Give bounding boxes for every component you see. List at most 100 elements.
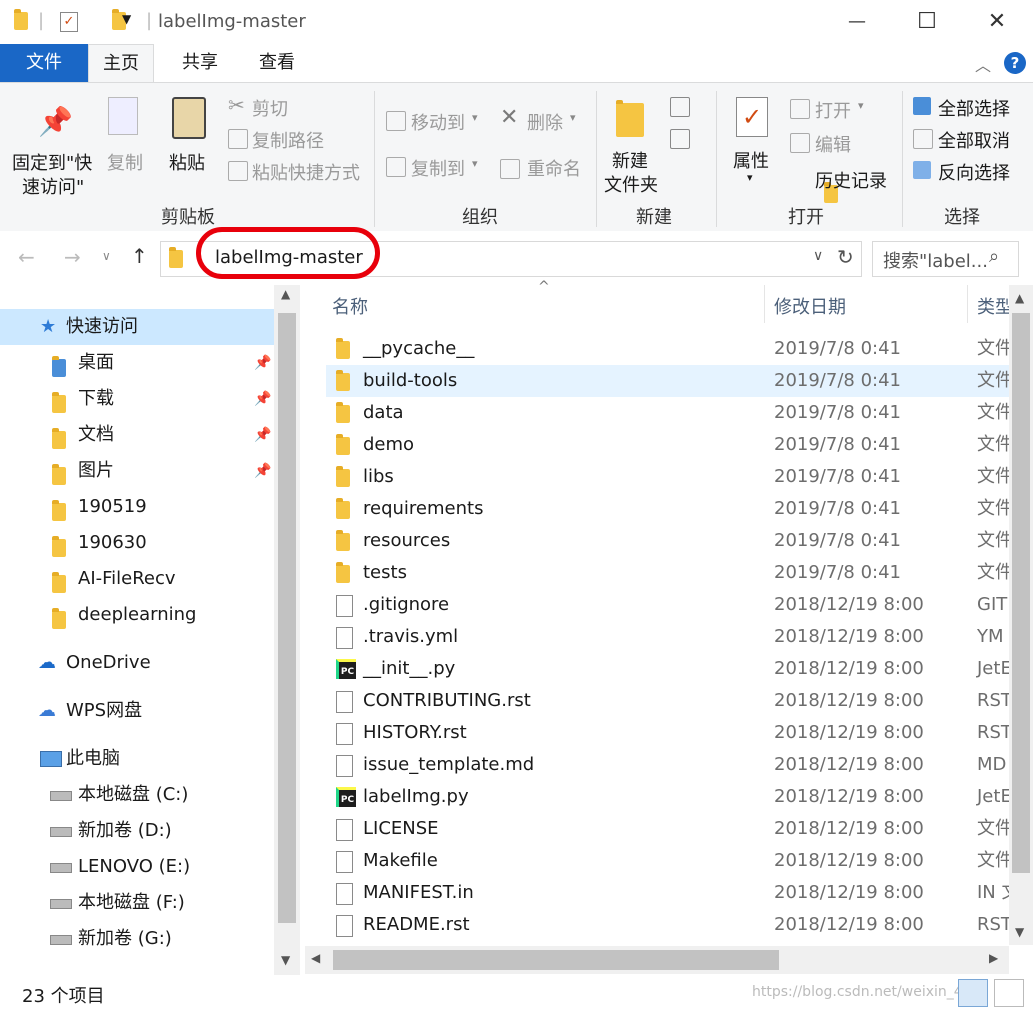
- tab-share[interactable]: 共享: [168, 44, 232, 82]
- copy-button[interactable]: 复制: [107, 149, 143, 175]
- details-view-icon[interactable]: [958, 979, 988, 1007]
- search-input[interactable]: 搜索"label...: [883, 247, 988, 273]
- chevron-down-icon[interactable]: ▾: [570, 111, 576, 124]
- file-row[interactable]: PC __init__.py 2018/12/19 8:00 JetE: [326, 653, 1016, 685]
- file-row[interactable]: requirements 2019/7/8 0:41 文件: [326, 493, 1016, 525]
- pin-label-2[interactable]: 速访问": [22, 173, 84, 199]
- move-to-button[interactable]: 移动到: [411, 109, 465, 135]
- paste-button[interactable]: 粘贴: [169, 149, 205, 175]
- tab-home[interactable]: 主页: [88, 44, 154, 83]
- tab-view[interactable]: 查看: [245, 44, 309, 82]
- up-icon[interactable]: ↑: [131, 244, 148, 268]
- scrollbar-thumb[interactable]: [278, 313, 296, 923]
- scroll-left-icon[interactable]: ◀: [311, 951, 320, 965]
- new-folder-button[interactable]: 新建: [612, 147, 648, 173]
- history-button[interactable]: 历史记录: [815, 167, 887, 193]
- back-icon[interactable]: ←: [18, 245, 35, 269]
- nav-drive-d[interactable]: 新加卷 (D:): [0, 813, 274, 849]
- file-row[interactable]: MANIFEST.in 2018/12/19 8:00 IN 文: [326, 877, 1016, 909]
- open-button[interactable]: 打开: [815, 97, 851, 123]
- file-row[interactable]: libs 2019/7/8 0:41 文件: [326, 461, 1016, 493]
- search-icon[interactable]: ⌕: [989, 246, 999, 267]
- file-row[interactable]: issue_template.md 2018/12/19 8:00 MD: [326, 749, 1016, 781]
- chevron-down-icon[interactable]: ▼: [122, 12, 131, 26]
- search-box[interactable]: 搜索"label... ⌕: [872, 241, 1019, 277]
- pin-icon[interactable]: 📌: [254, 453, 271, 489]
- chevron-down-icon[interactable]: ▾: [858, 99, 864, 112]
- nav-drive-f[interactable]: 本地磁盘 (F:): [0, 885, 274, 921]
- column-type[interactable]: 类型: [977, 293, 1013, 319]
- nav-documents[interactable]: 文档 📌: [0, 417, 274, 453]
- chevron-down-icon[interactable]: ▾: [472, 157, 478, 170]
- column-date[interactable]: 修改日期: [774, 293, 846, 319]
- refresh-icon[interactable]: ↻: [837, 245, 854, 269]
- file-row[interactable]: __pycache__ 2019/7/8 0:41 文件: [326, 333, 1016, 365]
- large-icons-view-icon[interactable]: [994, 979, 1024, 1007]
- close-button[interactable]: ✕: [974, 0, 1020, 44]
- chevron-down-icon[interactable]: ▾: [747, 171, 753, 184]
- nav-wps-drive[interactable]: ☁ WPS网盘: [0, 693, 274, 729]
- file-row[interactable]: build-tools 2019/7/8 0:41 文件: [326, 365, 1016, 397]
- easy-access-icon[interactable]: [670, 129, 690, 149]
- nav-pictures[interactable]: 图片 📌: [0, 453, 274, 489]
- new-folder-button-2[interactable]: 文件夹: [604, 171, 658, 197]
- file-row[interactable]: LICENSE 2018/12/19 8:00 文件: [326, 813, 1016, 845]
- nav-scrollbar[interactable]: ▲ ▼: [274, 285, 300, 975]
- help-icon[interactable]: ?: [1004, 52, 1026, 74]
- nav-drive-e[interactable]: LENOVO (E:): [0, 849, 274, 885]
- nav-folder-deeplearning[interactable]: deeplearning: [0, 597, 274, 633]
- nav-onedrive[interactable]: ☁ OneDrive: [0, 645, 274, 681]
- scroll-right-icon[interactable]: ▶: [989, 951, 998, 965]
- column-divider[interactable]: [967, 285, 968, 323]
- properties-button[interactable]: 属性: [733, 147, 769, 173]
- file-row[interactable]: README.rst 2018/12/19 8:00 RST: [326, 909, 1016, 941]
- nav-folder-190519[interactable]: 190519: [0, 489, 274, 525]
- maximize-button[interactable]: ☐: [904, 0, 950, 44]
- cut-button[interactable]: 剪切: [252, 95, 288, 121]
- scroll-up-icon[interactable]: ▲: [281, 287, 290, 301]
- file-row[interactable]: demo 2019/7/8 0:41 文件: [326, 429, 1016, 461]
- nav-drive-g[interactable]: 新加卷 (G:): [0, 921, 274, 957]
- pin-label[interactable]: 固定到"快: [12, 149, 92, 175]
- chevron-down-icon[interactable]: ▾: [472, 111, 478, 124]
- new-item-icon[interactable]: [670, 97, 690, 117]
- scrollbar-thumb[interactable]: [1012, 313, 1030, 873]
- file-row[interactable]: HISTORY.rst 2018/12/19 8:00 RST: [326, 717, 1016, 749]
- list-horizontal-scrollbar[interactable]: ◀ ▶: [305, 946, 1009, 974]
- file-row[interactable]: tests 2019/7/8 0:41 文件: [326, 557, 1016, 589]
- file-row[interactable]: Makefile 2018/12/19 8:00 文件: [326, 845, 1016, 877]
- scrollbar-thumb[interactable]: [333, 950, 779, 970]
- collapse-ribbon-icon[interactable]: ︿: [975, 52, 991, 76]
- rename-button[interactable]: 重命名: [527, 155, 581, 181]
- file-row[interactable]: resources 2019/7/8 0:41 文件: [326, 525, 1016, 557]
- scroll-down-icon[interactable]: ▼: [1015, 925, 1024, 939]
- paste-shortcut-button[interactable]: 粘贴快捷方式: [252, 159, 360, 185]
- nav-folder-ai-filerecv[interactable]: AI-FileRecv: [0, 561, 274, 597]
- delete-button[interactable]: 删除: [527, 109, 563, 135]
- file-row[interactable]: PC labelImg.py 2018/12/19 8:00 JetE: [326, 781, 1016, 813]
- scroll-down-icon[interactable]: ▼: [281, 953, 290, 967]
- select-none-button[interactable]: 全部取消: [938, 127, 1010, 153]
- list-vertical-scrollbar[interactable]: ▲ ▼: [1009, 285, 1033, 945]
- nav-desktop[interactable]: 桌面 📌: [0, 345, 274, 381]
- file-row[interactable]: data 2019/7/8 0:41 文件: [326, 397, 1016, 429]
- properties-icon[interactable]: ✓: [60, 12, 78, 32]
- pin-icon[interactable]: 📌: [254, 417, 271, 453]
- file-row[interactable]: .travis.yml 2018/12/19 8:00 YM: [326, 621, 1016, 653]
- recent-locations-icon[interactable]: ∨: [102, 249, 111, 263]
- column-name[interactable]: 名称: [332, 293, 368, 319]
- select-all-button[interactable]: 全部选择: [938, 95, 1010, 121]
- pin-icon[interactable]: 📌: [254, 381, 271, 417]
- forward-icon[interactable]: →: [64, 245, 81, 269]
- nav-this-pc[interactable]: 此电脑: [0, 741, 274, 777]
- edit-button[interactable]: 编辑: [815, 131, 851, 157]
- nav-quick-access[interactable]: ★ 快速访问: [0, 309, 274, 345]
- pin-icon[interactable]: 📌: [254, 345, 271, 381]
- nav-downloads[interactable]: 下载 📌: [0, 381, 274, 417]
- chevron-down-icon[interactable]: ∨: [813, 248, 823, 264]
- copy-path-button[interactable]: 复制路径: [252, 127, 324, 153]
- file-row[interactable]: .gitignore 2018/12/19 8:00 GIT: [326, 589, 1016, 621]
- column-divider[interactable]: [764, 285, 765, 323]
- file-row[interactable]: CONTRIBUTING.rst 2018/12/19 8:00 RST: [326, 685, 1016, 717]
- minimize-button[interactable]: —: [834, 0, 880, 44]
